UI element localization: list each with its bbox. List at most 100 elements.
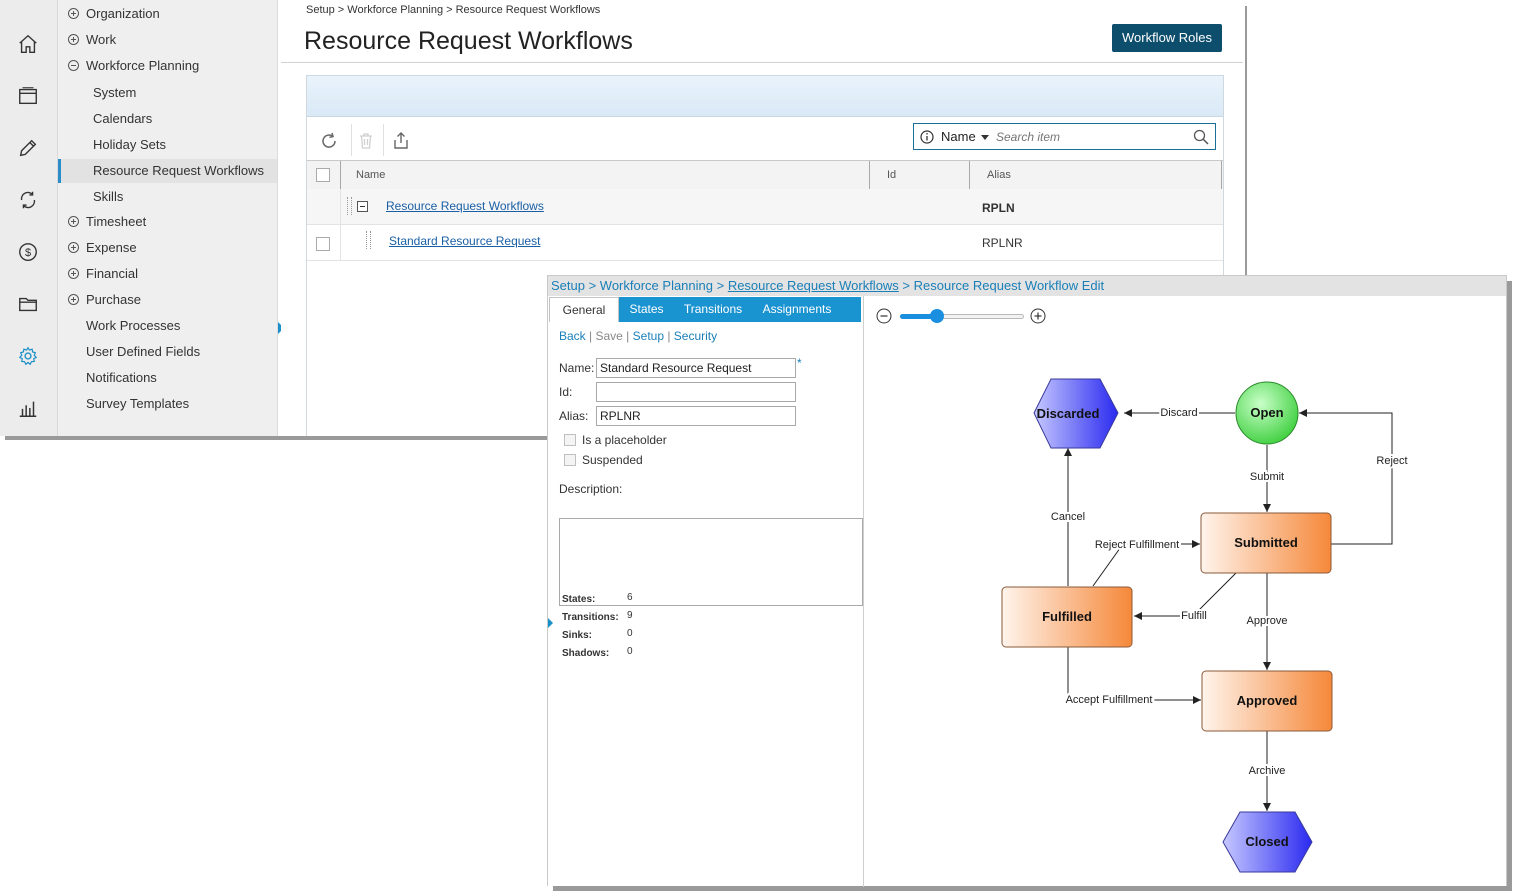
transition-label-cancel[interactable]: Cancel [1049, 509, 1087, 525]
back-link[interactable]: Back [559, 329, 586, 343]
transition-label-reject[interactable]: Reject [1374, 453, 1409, 469]
nav-item-user-defined-fields[interactable]: User Defined Fields [58, 340, 277, 364]
workflow-group-link[interactable]: Resource Request Workflows [386, 199, 544, 213]
transition-label-archive[interactable]: Archive [1247, 763, 1288, 779]
nav-item-organization[interactable]: Organization [58, 2, 277, 26]
nav-item-work-processes[interactable]: Work Processes [58, 314, 277, 338]
dollar-icon[interactable]: $ [16, 240, 40, 264]
stat-value: 0 [627, 646, 633, 657]
state-submitted[interactable]: Submitted [1200, 512, 1332, 574]
placeholder-checkbox[interactable] [564, 434, 576, 446]
state-closed[interactable]: Closed [1222, 811, 1313, 873]
alias-field[interactable]: RPLNR [596, 406, 796, 426]
name-label: Name: [559, 361, 595, 375]
table-row[interactable]: Resource Request Workflows RPLN [307, 189, 1223, 225]
breadcrumb-link[interactable]: Resource Request Workflows [728, 278, 899, 293]
transition-label-submit[interactable]: Submit [1248, 469, 1286, 485]
nav-item-workforce-planning[interactable]: Workforce Planning [58, 54, 277, 78]
sync-icon[interactable] [16, 188, 40, 212]
home-icon[interactable] [16, 32, 40, 56]
nav-item-calendars[interactable]: Calendars [58, 107, 277, 131]
save-link[interactable]: Save [595, 329, 622, 343]
description-field[interactable] [559, 518, 863, 606]
export-icon[interactable] [388, 128, 414, 154]
transition-label-accept-fulfillment[interactable]: Accept Fulfillment [1064, 692, 1155, 708]
collapse-icon[interactable] [357, 201, 368, 212]
expand-icon[interactable] [68, 216, 79, 227]
nav-item-label: Notifications [86, 370, 157, 385]
folder-icon[interactable] [16, 292, 40, 316]
nav-item-label: Organization [86, 6, 160, 21]
search-input[interactable] [996, 127, 1191, 146]
tab-states[interactable]: States [619, 297, 674, 322]
chevron-down-icon[interactable] [981, 135, 989, 140]
gear-icon[interactable] [16, 344, 40, 368]
nav-item-system[interactable]: System [58, 81, 277, 105]
nav-item-label: Work [86, 32, 117, 47]
id-field[interactable] [596, 382, 796, 402]
nav-item-timesheet[interactable]: Timesheet [58, 210, 277, 234]
bar-chart-icon[interactable] [16, 396, 40, 420]
svg-text:$: $ [25, 247, 31, 259]
state-open[interactable]: Open [1235, 381, 1299, 445]
column-header-name[interactable]: Name [356, 161, 385, 189]
state-approved[interactable]: Approved [1201, 670, 1333, 732]
column-header-id[interactable]: Id [887, 161, 896, 189]
expand-panel-arrow[interactable] [548, 618, 553, 628]
drag-handle[interactable] [366, 231, 371, 249]
select-all-checkbox[interactable] [316, 168, 330, 182]
nav-item-resource-request-workflows[interactable]: Resource Request Workflows [58, 159, 277, 183]
delete-icon[interactable] [353, 128, 379, 154]
refresh-icon[interactable] [316, 128, 342, 154]
column-resize-handle[interactable] [1221, 161, 1222, 189]
nav-item-expense[interactable]: Expense [58, 236, 277, 260]
transition-label-fulfill[interactable]: Fulfill [1179, 608, 1209, 624]
column-resize-handle[interactable] [869, 161, 870, 189]
tab-assignments[interactable]: Assignments [752, 297, 842, 322]
toolbar-separator [351, 124, 352, 156]
name-field[interactable]: Standard Resource Request [596, 358, 796, 378]
state-label: Fulfilled [1042, 609, 1092, 624]
nav-item-purchase[interactable]: Purchase [58, 288, 277, 312]
expand-icon[interactable] [68, 294, 79, 305]
expand-icon[interactable] [68, 8, 79, 19]
row-checkbox[interactable] [316, 237, 330, 251]
expand-icon[interactable] [68, 268, 79, 279]
security-link[interactable]: Security [674, 329, 717, 343]
transition-label-discard[interactable]: Discard [1158, 405, 1199, 421]
nav-item-skills[interactable]: Skills [58, 185, 277, 209]
breadcrumb-path[interactable]: Setup > Workforce Planning > [551, 278, 728, 293]
state-fulfilled[interactable]: Fulfilled [1001, 586, 1133, 648]
search-field-select[interactable]: Name [941, 129, 976, 144]
info-icon[interactable] [920, 130, 934, 144]
nav-item-work[interactable]: Work [58, 28, 277, 52]
divider [281, 62, 1243, 63]
table-row[interactable]: Standard Resource Request RPLNR [307, 225, 1223, 261]
search-icon[interactable] [1193, 129, 1209, 145]
column-resize-handle[interactable] [969, 161, 970, 189]
workflow-roles-button[interactable]: Workflow Roles [1112, 24, 1222, 52]
pencil-icon[interactable] [16, 136, 40, 160]
tab-transitions[interactable]: Transitions [674, 297, 752, 322]
nav-item-label: Purchase [86, 292, 141, 307]
state-discarded[interactable]: Discarded [1033, 378, 1119, 449]
drag-handle[interactable] [347, 197, 352, 215]
breadcrumb: Setup > Workforce Planning > Resource Re… [548, 276, 1506, 296]
expand-icon[interactable] [68, 242, 79, 253]
transition-label-reject-fulfillment[interactable]: Reject Fulfillment [1093, 537, 1181, 553]
setup-link[interactable]: Setup [633, 329, 664, 343]
transition-edge-accept-fulfillment[interactable] [1067, 647, 1201, 704]
collapse-icon[interactable] [68, 60, 79, 71]
column-header-alias[interactable]: Alias [987, 161, 1011, 189]
tab-general[interactable]: General [549, 297, 619, 322]
nav-item-label: Workforce Planning [86, 58, 200, 73]
browser-window-icon[interactable] [16, 84, 40, 108]
nav-item-survey-templates[interactable]: Survey Templates [58, 392, 277, 416]
nav-item-notifications[interactable]: Notifications [58, 366, 277, 390]
workflow-link[interactable]: Standard Resource Request [389, 234, 540, 248]
suspended-checkbox[interactable] [564, 454, 576, 466]
expand-icon[interactable] [68, 34, 79, 45]
nav-item-financial[interactable]: Financial [58, 262, 277, 286]
nav-item-holiday-sets[interactable]: Holiday Sets [58, 133, 277, 157]
transition-label-approve[interactable]: Approve [1245, 613, 1290, 629]
